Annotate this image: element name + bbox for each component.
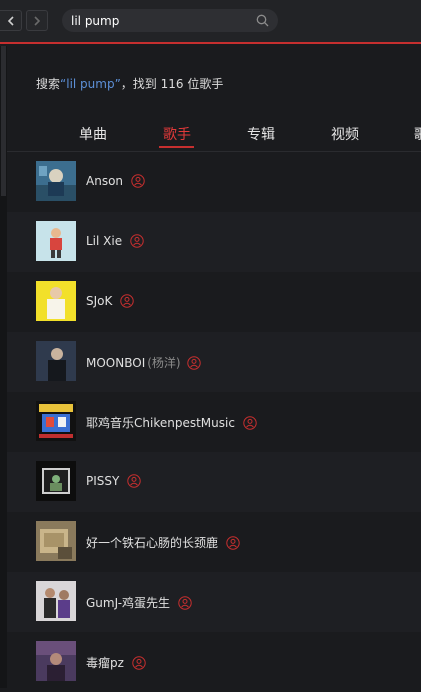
artist-name[interactable]: GumJ-鸡蛋先生 [86, 594, 192, 611]
user-icon [186, 355, 201, 370]
search-box[interactable] [62, 9, 278, 32]
tab-artists[interactable]: 歌手 [163, 124, 191, 144]
artist-name[interactable]: MOONBOI (杨洋) [86, 354, 201, 371]
forward-button[interactable] [26, 10, 48, 31]
artist-row[interactable]: MOONBOI (杨洋) [7, 332, 421, 392]
artist-row[interactable]: GumJ-鸡蛋先生 [7, 572, 421, 632]
artist-name[interactable]: SJoK [86, 294, 135, 308]
artist-avatar[interactable] [36, 221, 76, 261]
artist-avatar[interactable] [36, 341, 76, 381]
artist-name[interactable]: 耶鸡音乐ChikenpestMusic [86, 414, 257, 431]
search-summary: 搜索“lil pump”，找到 116 位歌手 [36, 75, 223, 92]
user-icon [243, 415, 257, 430]
artist-avatar[interactable] [36, 401, 76, 441]
user-icon [226, 535, 240, 550]
scrollbar-thumb[interactable] [1, 46, 6, 196]
user-icon [127, 474, 142, 488]
artist-list: Anson Lil Xie SJoK MOONBOI (杨洋) 耶鸡音乐Chik… [7, 152, 421, 692]
artist-row[interactable]: Anson [7, 152, 421, 212]
artist-name[interactable]: Lil Xie [86, 234, 144, 248]
artist-row[interactable]: 毒瘤pz [7, 632, 421, 692]
artist-row[interactable]: PISSY [7, 452, 421, 512]
chevron-right-icon [34, 15, 41, 26]
artist-avatar[interactable] [36, 161, 76, 201]
artist-name[interactable]: 毒瘤pz [86, 654, 146, 671]
artist-row[interactable]: Lil Xie [7, 212, 421, 272]
chevron-left-icon [7, 15, 14, 26]
tab-lyrics[interactable]: 歌 [414, 124, 421, 144]
artist-row[interactable]: SJoK [7, 272, 421, 332]
tab-videos[interactable]: 视频 [331, 124, 359, 144]
artist-name[interactable]: Anson [86, 174, 145, 188]
artist-avatar[interactable] [36, 581, 76, 621]
summary-prefix: 搜索 [36, 77, 61, 91]
user-icon [130, 234, 144, 248]
summary-query: “lil pump” [60, 77, 121, 91]
summary-count: ，找到 116 位歌手 [120, 77, 224, 91]
tab-songs[interactable]: 单曲 [79, 124, 107, 144]
artist-avatar[interactable] [36, 521, 76, 561]
artist-name[interactable]: 好一个铁石心肠的长颈鹿 [86, 534, 240, 551]
search-icon[interactable] [256, 14, 269, 27]
active-tab-indicator [159, 146, 194, 148]
search-input[interactable] [71, 13, 241, 28]
artist-avatar[interactable] [36, 641, 76, 681]
artist-name[interactable]: PISSY [86, 474, 142, 488]
artist-avatar[interactable] [36, 281, 76, 321]
user-icon [120, 294, 135, 308]
artist-row[interactable]: 好一个铁石心肠的长颈鹿 [7, 512, 421, 572]
top-bar [0, 0, 421, 44]
artist-avatar[interactable] [36, 461, 76, 501]
user-icon [178, 595, 192, 610]
user-icon [131, 174, 145, 188]
artist-row[interactable]: 耶鸡音乐ChikenpestMusic [7, 392, 421, 452]
back-button[interactable] [0, 10, 22, 31]
user-icon [132, 655, 146, 670]
tab-albums[interactable]: 专辑 [247, 124, 275, 144]
result-tabs: 单曲 歌手 专辑 视频 歌 [7, 118, 421, 152]
